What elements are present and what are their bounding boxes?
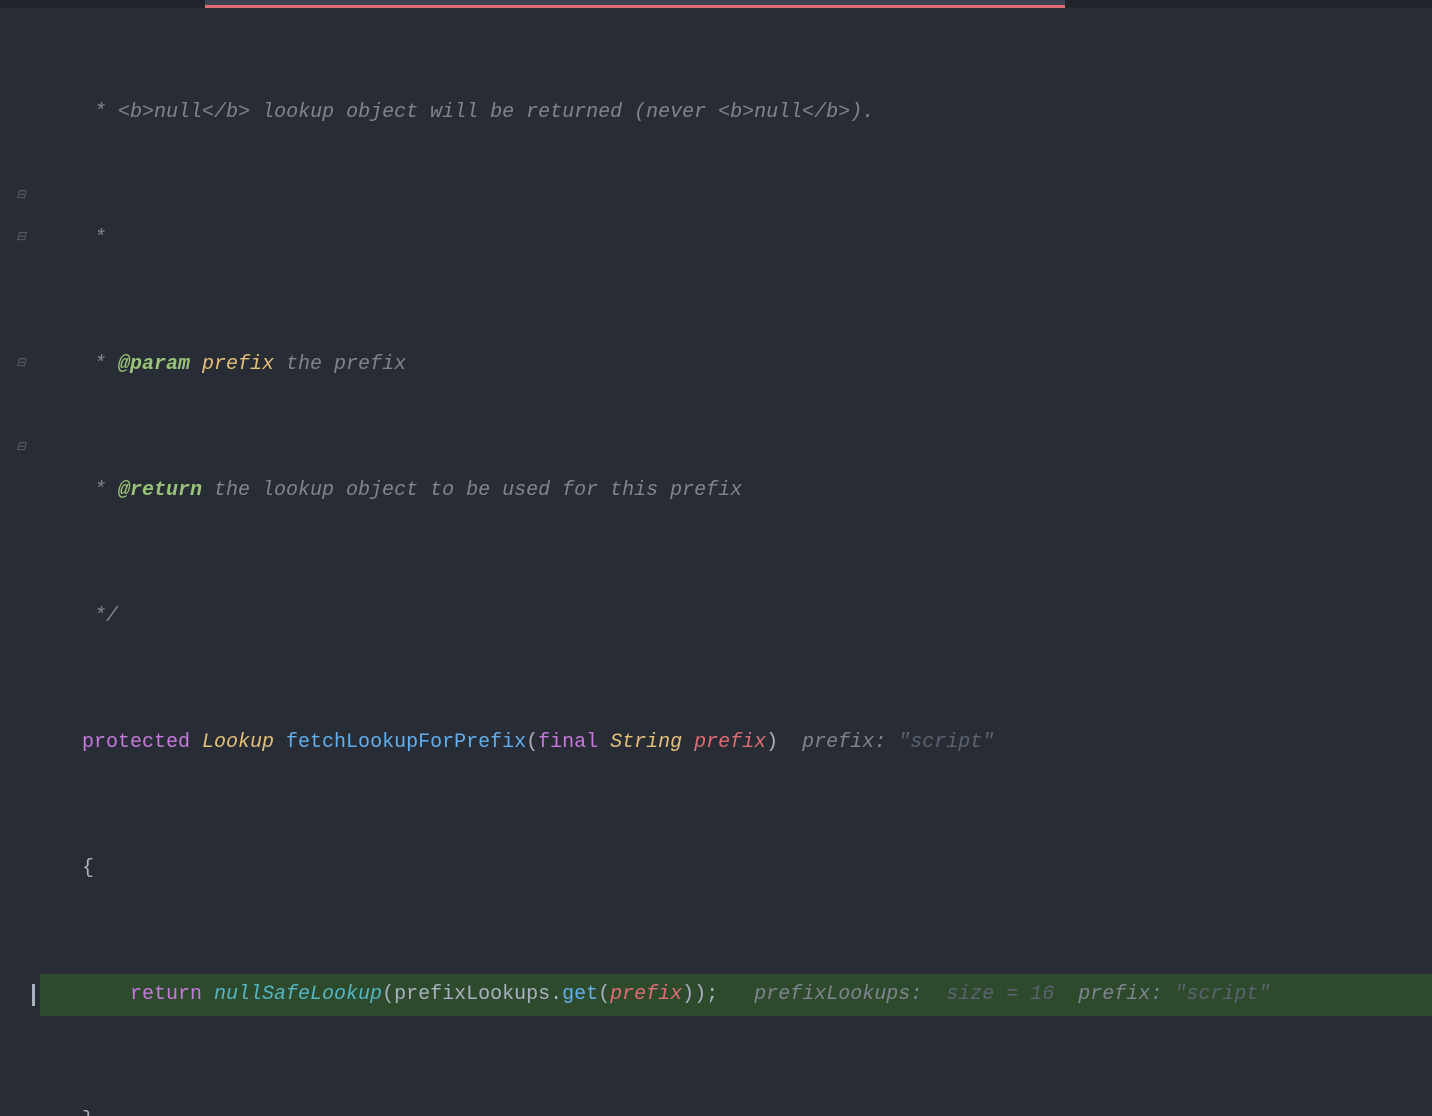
fold-marker-icon[interactable]: ⊟ bbox=[14, 440, 28, 454]
code-line[interactable]: { bbox=[40, 848, 1432, 890]
javadoc-text: * bbox=[82, 227, 106, 250]
inline-hint-value: "script" bbox=[1162, 983, 1270, 1006]
javadoc-text: * @param prefix the prefix bbox=[82, 353, 406, 376]
fold-marker-icon[interactable]: ⊟ bbox=[14, 188, 28, 202]
method-name: fetchLookupForPrefix bbox=[274, 731, 526, 754]
javadoc-text: * <b>null</b> lookup object will be retu… bbox=[82, 101, 874, 124]
code-line[interactable]: */ bbox=[40, 596, 1432, 638]
field-ref: prefixLookups bbox=[394, 983, 550, 1006]
code-line[interactable]: * bbox=[40, 218, 1432, 260]
inline-hint-value: size = 16 bbox=[922, 983, 1054, 1006]
method-call: nullSafeLookup bbox=[202, 983, 382, 1006]
current-line[interactable]: return nullSafeLookup(prefixLookups.get(… bbox=[40, 974, 1432, 1016]
keyword-protected: protected bbox=[82, 731, 190, 754]
code-line[interactable]: } bbox=[40, 1100, 1432, 1116]
keyword-final: final bbox=[538, 731, 598, 754]
caret-icon bbox=[32, 984, 35, 1006]
keyword-return: return bbox=[82, 983, 202, 1006]
brace-open: { bbox=[82, 857, 94, 880]
code-line[interactable]: * <b>null</b> lookup object will be retu… bbox=[40, 92, 1432, 134]
param-type: String bbox=[598, 731, 682, 754]
code-line[interactable]: * @param prefix the prefix bbox=[40, 344, 1432, 386]
method-call: get bbox=[562, 983, 598, 1006]
fold-marker-icon[interactable]: ⊟ bbox=[14, 230, 28, 244]
return-type: Lookup bbox=[190, 731, 274, 754]
editor-area[interactable]: ⊟ ⊟ ⊟ ⊟ * <b>null</b> lookup object will… bbox=[0, 8, 1432, 558]
javadoc-text: * @return the lookup object to be used f… bbox=[82, 479, 742, 502]
tab-bar bbox=[0, 0, 1432, 8]
inline-hint: prefix: bbox=[778, 731, 886, 754]
inline-hint: prefix: bbox=[1054, 983, 1162, 1006]
code-line[interactable]: * @return the lookup object to be used f… bbox=[40, 470, 1432, 512]
fold-marker-icon[interactable]: ⊟ bbox=[14, 356, 28, 370]
code-area[interactable]: * <b>null</b> lookup object will be retu… bbox=[40, 8, 1432, 558]
arg-ref: prefix bbox=[610, 983, 682, 1006]
code-line[interactable]: protected Lookup fetchLookupForPrefix(fi… bbox=[40, 722, 1432, 764]
inline-hint: prefixLookups: bbox=[718, 983, 922, 1006]
param-name: prefix bbox=[682, 731, 766, 754]
inline-hint-value: "script" bbox=[886, 731, 994, 754]
active-tab-indicator[interactable] bbox=[205, 0, 1065, 8]
brace-close: } bbox=[82, 1109, 94, 1116]
javadoc-text: */ bbox=[82, 605, 118, 628]
gutter: ⊟ ⊟ ⊟ ⊟ bbox=[0, 8, 40, 558]
